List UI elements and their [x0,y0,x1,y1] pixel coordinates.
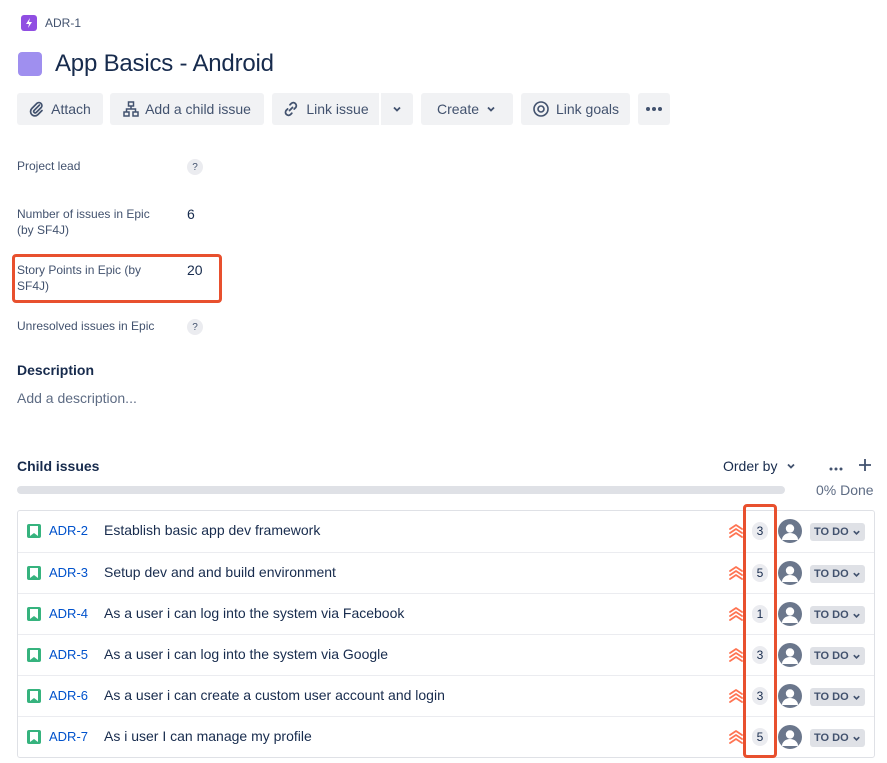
project-lead-help-badge[interactable]: ? [187,159,203,175]
assignee-avatar[interactable] [778,602,802,626]
child-issues-heading: Child issues [17,458,100,474]
epic-color-swatch [18,52,42,76]
priority-highest-icon [728,728,744,751]
num-issues-label: Number of issues in Epic (by SF4J) [17,207,150,237]
link-issue-button[interactable]: Link issue [272,93,379,125]
description-input[interactable]: Add a description... [17,390,137,406]
link-goals-button[interactable]: Link goals [521,93,630,125]
assignee-avatar[interactable] [778,684,802,708]
chevron-down-icon [393,106,401,112]
paperclip-icon [29,101,43,117]
story-icon [27,607,41,621]
project-lead-label: Project lead [17,159,81,173]
lightning-icon [21,15,37,31]
story-icon [27,689,41,703]
issue-summary[interactable]: As i user I can manage my profile [104,728,312,744]
status-dropdown[interactable]: TO DO [810,688,865,706]
status-dropdown[interactable]: TO DO [810,606,865,624]
story-icon [27,566,41,580]
add-child-issue-label: Add a child issue [145,101,251,117]
story-icon [27,648,41,662]
create-button[interactable]: Create [421,93,513,125]
link-issue-label: Link issue [306,101,369,117]
priority-highest-icon [728,605,744,628]
target-icon [533,101,549,117]
attach-label: Attach [51,101,91,117]
link-goals-label: Link goals [555,101,620,117]
page-title[interactable]: App Basics - Android [55,50,274,78]
assignee-avatar[interactable] [778,519,802,543]
add-child-issue-button[interactable]: Add a child issue [110,93,264,125]
unresolved-issues-label: Unresolved issues in Epic [17,319,155,333]
priority-highest-icon [728,646,744,669]
priority-highest-icon [728,522,744,545]
issue-summary[interactable]: Establish basic app dev framework [104,522,320,538]
status-label: TO DO [814,526,849,538]
chevron-down-icon [852,695,860,700]
chevron-down-icon [852,530,860,535]
issue-key-link[interactable]: ADR-5 [49,647,88,662]
status-dropdown[interactable]: TO DO [810,523,865,541]
order-by-button[interactable]: Order by [723,458,797,474]
child-issues-more-icon[interactable] [829,458,843,474]
chevron-down-icon [787,463,796,469]
status-dropdown[interactable]: TO DO [810,729,865,747]
issue-key-link[interactable]: ADR-4 [49,606,88,621]
status-label: TO DO [814,568,849,580]
issue-summary[interactable]: Setup dev and and build environment [104,564,336,580]
hierarchy-icon [123,101,139,117]
status-dropdown[interactable]: TO DO [810,647,865,665]
issue-key-link[interactable]: ADR-6 [49,688,88,703]
status-label: TO DO [814,609,849,621]
order-by-label: Order by [723,458,778,474]
assignee-avatar[interactable] [778,725,802,749]
progress-bar [17,486,785,494]
create-label: Create [436,101,480,117]
issue-summary[interactable]: As a user i can create a custom user acc… [104,687,445,703]
num-issues-value: 6 [187,206,195,222]
chevron-down-icon [487,106,495,112]
link-issue-dropdown-button[interactable] [381,93,413,125]
priority-highest-icon [728,687,744,710]
status-dropdown[interactable]: TO DO [810,565,865,583]
description-heading: Description [17,362,95,378]
assignee-avatar[interactable] [778,561,802,585]
breadcrumb: ADR-1 [21,14,81,32]
progress-text: 0% Done [816,482,874,498]
story-icon [27,730,41,744]
status-label: TO DO [814,691,849,703]
story-icon [27,524,41,538]
title-row: App Basics - Android [18,48,274,80]
status-label: TO DO [814,650,849,662]
link-icon [285,101,298,117]
status-label: TO DO [814,732,849,744]
chevron-down-icon [852,654,860,659]
story-points-highlight [12,254,222,303]
breadcrumb-issue-key[interactable]: ADR-1 [45,16,81,30]
unresolved-help-badge[interactable]: ? [187,319,203,335]
chevron-down-icon [852,613,860,618]
attach-button[interactable]: Attach [17,93,103,125]
more-icon [646,107,662,111]
assignee-avatar[interactable] [778,643,802,667]
more-actions-button[interactable] [638,93,670,125]
issue-key-link[interactable]: ADR-3 [49,565,88,580]
chevron-down-icon [852,572,860,577]
issue-summary[interactable]: As a user i can log into the system via … [104,605,404,621]
story-points-column-highlight [743,504,777,758]
issue-key-link[interactable]: ADR-7 [49,729,88,744]
issue-summary[interactable]: As a user i can log into the system via … [104,646,388,662]
add-child-icon[interactable] [858,456,872,477]
priority-highest-icon [728,564,744,587]
issue-key-link[interactable]: ADR-2 [49,523,88,538]
chevron-down-icon [852,736,860,741]
